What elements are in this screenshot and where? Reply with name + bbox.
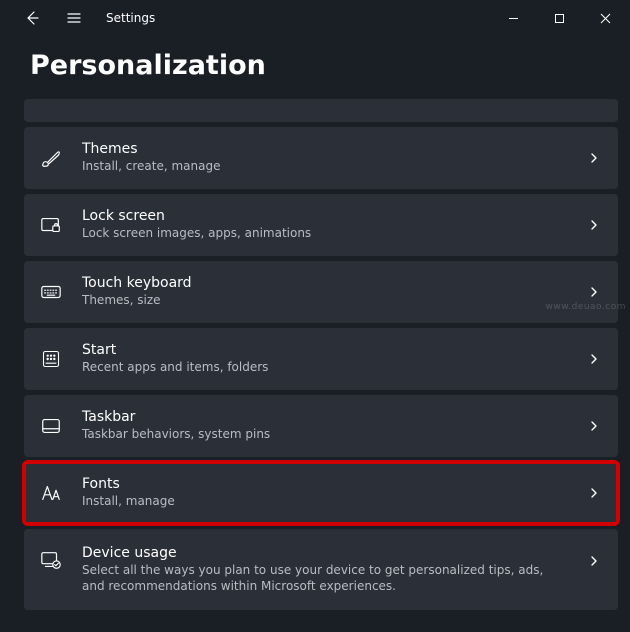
list-item-title: Taskbar — [82, 409, 566, 425]
list-item-lock-screen[interactable]: Lock screen Lock screen images, apps, an… — [24, 194, 618, 256]
list-item-text: Touch keyboard Themes, size — [82, 275, 566, 309]
list-item-text: Fonts Install, manage — [82, 476, 566, 510]
list-item-touch-keyboard[interactable]: Touch keyboard Themes, size — [24, 261, 618, 323]
settings-list: . Themes Install, create, manage Lock — [0, 99, 630, 610]
keyboard-icon — [38, 281, 64, 303]
watermark: www.deuao.com — [545, 302, 626, 312]
list-item-subtitle: Lock screen images, apps, animations — [82, 226, 566, 242]
titlebar-left: Settings — [2, 0, 155, 36]
taskbar-icon — [38, 415, 64, 437]
list-item-title: Fonts — [82, 476, 566, 492]
fonts-icon — [38, 482, 64, 504]
list-item-subtitle: Install, create, manage — [82, 159, 566, 175]
minimize-button[interactable] — [490, 0, 536, 36]
brush-icon — [38, 147, 64, 169]
list-item-title: Start — [82, 342, 566, 358]
maximize-button[interactable] — [536, 0, 582, 36]
chevron-right-icon — [584, 353, 604, 365]
list-item-text: Lock screen Lock screen images, apps, an… — [82, 208, 566, 242]
list-item-title: Themes — [82, 141, 566, 157]
start-icon — [38, 349, 64, 369]
app-title: Settings — [106, 11, 155, 25]
chevron-right-icon — [584, 286, 604, 298]
chevron-right-icon — [584, 152, 604, 164]
list-item-subtitle: Recent apps and items, folders — [82, 360, 566, 376]
list-item-subtitle: Install, manage — [82, 494, 566, 510]
menu-button[interactable] — [56, 0, 92, 36]
page-title: Personalization — [0, 36, 630, 99]
close-button[interactable] — [582, 0, 628, 36]
list-item-text: Device usage Select all the ways you pla… — [82, 545, 566, 594]
list-item-taskbar[interactable]: Taskbar Taskbar behaviors, system pins — [24, 395, 618, 457]
chevron-right-icon — [584, 555, 604, 567]
chevron-right-icon — [584, 219, 604, 231]
list-item-subtitle: Themes, size — [82, 293, 566, 309]
list-item-start[interactable]: Start Recent apps and items, folders — [24, 328, 618, 390]
list-item-partial[interactable]: . — [24, 99, 618, 122]
list-item-title: Device usage — [82, 545, 566, 561]
titlebar: Settings — [0, 0, 630, 36]
window-controls — [490, 0, 628, 36]
chevron-right-icon — [584, 487, 604, 499]
list-item-subtitle: Select all the ways you plan to use your… — [82, 563, 566, 594]
list-item-device-usage[interactable]: Device usage Select all the ways you pla… — [24, 529, 618, 610]
chevron-right-icon — [584, 420, 604, 432]
back-button[interactable] — [14, 0, 50, 36]
list-item-title: Lock screen — [82, 208, 566, 224]
list-item-text: Start Recent apps and items, folders — [82, 342, 566, 376]
list-item-text: Themes Install, create, manage — [82, 141, 566, 175]
list-item-text: Taskbar Taskbar behaviors, system pins — [82, 409, 566, 443]
device-usage-icon — [38, 549, 64, 571]
list-item-title: Touch keyboard — [82, 275, 566, 291]
lock-screen-icon — [38, 214, 64, 236]
list-item-subtitle: Taskbar behaviors, system pins — [82, 427, 566, 443]
list-item-themes[interactable]: Themes Install, create, manage — [24, 127, 618, 189]
list-item-fonts[interactable]: Fonts Install, manage — [24, 462, 618, 524]
